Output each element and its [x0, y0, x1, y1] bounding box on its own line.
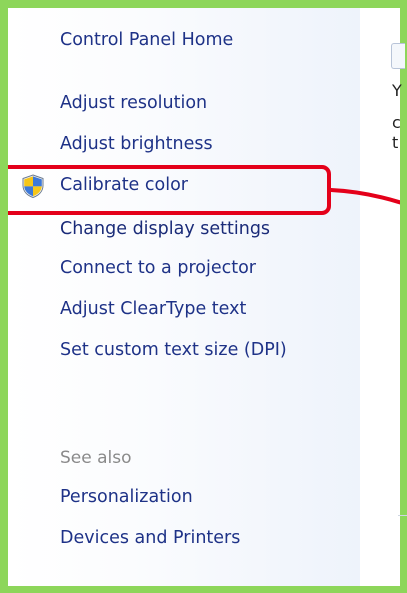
change-display-settings-link[interactable]: Change display settings — [60, 218, 270, 240]
window-frame: Control Panel Home Adjust resolution Adj… — [8, 8, 400, 586]
control-panel-sidebar: Control Panel Home Adjust resolution Adj… — [8, 8, 360, 586]
see-also-heading: See also — [60, 448, 132, 468]
main-pane-partial-text: t — [392, 133, 399, 152]
control-panel-home-link[interactable]: Control Panel Home — [60, 29, 233, 51]
main-pane-divider — [398, 515, 407, 516]
personalization-link[interactable]: Personalization — [60, 486, 193, 508]
connect-to-projector-link[interactable]: Connect to a projector — [60, 257, 256, 279]
uac-shield-icon — [20, 173, 46, 199]
main-pane-partial-text: Y — [392, 81, 402, 100]
main-pane-partial-control — [391, 43, 405, 69]
adjust-brightness-link[interactable]: Adjust brightness — [60, 133, 213, 155]
main-pane-partial-text: c — [392, 113, 401, 132]
calibrate-color-link[interactable]: Calibrate color — [60, 174, 188, 196]
set-custom-text-size-link[interactable]: Set custom text size (DPI) — [60, 339, 287, 361]
devices-and-printers-link[interactable]: Devices and Printers — [60, 527, 240, 549]
adjust-cleartype-text-link[interactable]: Adjust ClearType text — [60, 298, 246, 320]
adjust-resolution-link[interactable]: Adjust resolution — [60, 92, 207, 114]
